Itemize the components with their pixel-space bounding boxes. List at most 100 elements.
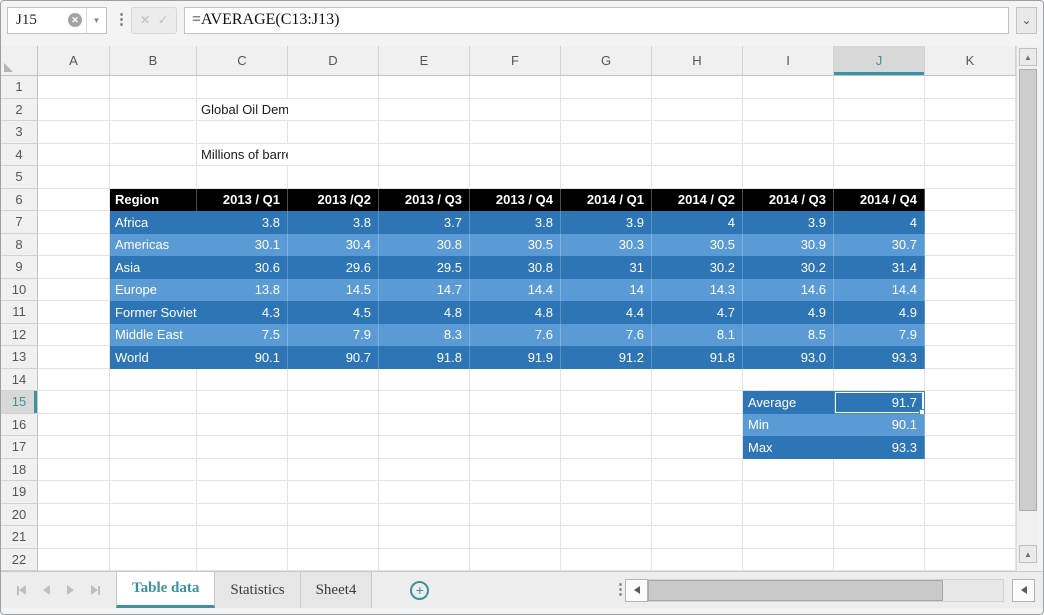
cell-D3[interactable] [288, 121, 379, 144]
cell-J2[interactable] [834, 99, 925, 122]
cell-G18[interactable] [561, 459, 652, 482]
cell-B18[interactable] [110, 459, 197, 482]
row-header-19[interactable]: 19 [1, 481, 38, 504]
cell-A1[interactable] [38, 76, 110, 99]
row-header-7[interactable]: 7 [1, 211, 38, 234]
cell-K14[interactable] [925, 369, 1016, 392]
cell-E3[interactable] [379, 121, 470, 144]
cell-B22[interactable] [110, 549, 197, 572]
cell-H16[interactable] [652, 414, 743, 437]
cell-D19[interactable] [288, 481, 379, 504]
row-header-18[interactable]: 18 [1, 459, 38, 482]
cell-H6[interactable]: 2014 / Q2 [652, 189, 743, 212]
cell-I11[interactable]: 4.9 [743, 301, 834, 324]
cell-E5[interactable] [379, 166, 470, 189]
cell-J3[interactable] [834, 121, 925, 144]
row-header-11[interactable]: 11 [1, 301, 38, 324]
vertical-scrollbar-thumb[interactable] [1019, 69, 1037, 511]
clear-icon[interactable]: ✕ [68, 13, 82, 27]
scroll-up-button[interactable]: ▲ [1019, 48, 1037, 66]
cell-C21[interactable] [197, 526, 288, 549]
row-header-2[interactable]: 2 [1, 99, 38, 122]
cell-G8[interactable]: 30.3 [561, 234, 652, 257]
cell-B14[interactable] [110, 369, 197, 392]
fill-handle[interactable] [919, 409, 925, 414]
cell-F17[interactable] [470, 436, 561, 459]
cell-E15[interactable] [379, 391, 470, 414]
cell-A20[interactable] [38, 504, 110, 527]
cell-C4[interactable]: Millions of barrels per day [197, 144, 288, 167]
cell-E20[interactable] [379, 504, 470, 527]
cell-B9[interactable]: Asia [110, 256, 197, 279]
cell-E8[interactable]: 30.8 [379, 234, 470, 257]
cell-I3[interactable] [743, 121, 834, 144]
cell-A7[interactable] [38, 211, 110, 234]
cell-G7[interactable]: 3.9 [561, 211, 652, 234]
cell-G5[interactable] [561, 166, 652, 189]
column-header-E[interactable]: E [379, 46, 470, 76]
horizontal-scrollbar[interactable] [625, 578, 1035, 602]
cell-F15[interactable] [470, 391, 561, 414]
previous-sheet-button[interactable] [43, 585, 50, 595]
cell-F11[interactable]: 4.8 [470, 301, 561, 324]
tab-table-data[interactable]: Table data [116, 572, 215, 608]
cell-H13[interactable]: 91.8 [652, 346, 743, 369]
cell-B20[interactable] [110, 504, 197, 527]
cell-E2[interactable] [379, 99, 470, 122]
cell-C13[interactable]: 90.1 [197, 346, 288, 369]
cell-C15[interactable] [197, 391, 288, 414]
cell-G13[interactable]: 91.2 [561, 346, 652, 369]
cell-E21[interactable] [379, 526, 470, 549]
cell-G10[interactable]: 14 [561, 279, 652, 302]
name-box[interactable]: J15 ✕ ▼ [7, 7, 107, 34]
scroll-left-button[interactable] [625, 579, 648, 602]
row-header-15[interactable]: 15 [1, 391, 38, 414]
cell-C16[interactable] [197, 414, 288, 437]
cell-H7[interactable]: 4 [652, 211, 743, 234]
cell-E19[interactable] [379, 481, 470, 504]
cell-A18[interactable] [38, 459, 110, 482]
cell-B4[interactable] [110, 144, 197, 167]
cell-E17[interactable] [379, 436, 470, 459]
cell-I16[interactable]: Min [743, 414, 834, 437]
cell-K15[interactable] [925, 391, 1016, 414]
row-header-22[interactable]: 22 [1, 549, 38, 572]
tab-sheet4[interactable]: Sheet4 [301, 572, 373, 608]
cell-I1[interactable] [743, 76, 834, 99]
column-header-K[interactable]: K [925, 46, 1016, 76]
cell-C17[interactable] [197, 436, 288, 459]
cell-A3[interactable] [38, 121, 110, 144]
cell-D7[interactable]: 3.8 [288, 211, 379, 234]
cell-D13[interactable]: 90.7 [288, 346, 379, 369]
cell-J21[interactable] [834, 526, 925, 549]
cell-F13[interactable]: 91.9 [470, 346, 561, 369]
row-header-9[interactable]: 9 [1, 256, 38, 279]
cell-B16[interactable] [110, 414, 197, 437]
cell-C18[interactable] [197, 459, 288, 482]
cell-J15[interactable]: 91.7 [834, 391, 925, 414]
cell-K5[interactable] [925, 166, 1016, 189]
scroll-right-button[interactable] [1012, 579, 1035, 602]
column-header-H[interactable]: H [652, 46, 743, 76]
cell-F4[interactable] [470, 144, 561, 167]
cell-E6[interactable]: 2013 / Q3 [379, 189, 470, 212]
cell-A15[interactable] [38, 391, 110, 414]
row-header-20[interactable]: 20 [1, 504, 38, 527]
first-sheet-button[interactable] [17, 585, 26, 595]
cell-A21[interactable] [38, 526, 110, 549]
row-header-13[interactable]: 13 [1, 346, 38, 369]
cell-F6[interactable]: 2013 / Q4 [470, 189, 561, 212]
cancel-entry-icon[interactable]: ✕ [140, 13, 150, 27]
cell-G19[interactable] [561, 481, 652, 504]
cell-B21[interactable] [110, 526, 197, 549]
cell-J8[interactable]: 30.7 [834, 234, 925, 257]
cell-F18[interactable] [470, 459, 561, 482]
cell-I21[interactable] [743, 526, 834, 549]
cell-D12[interactable]: 7.9 [288, 324, 379, 347]
formula-bar-expand-button[interactable]: ⌄ [1016, 7, 1037, 34]
cell-B1[interactable] [110, 76, 197, 99]
cell-I12[interactable]: 8.5 [743, 324, 834, 347]
cell-B11[interactable]: Former Soviet Union [110, 301, 197, 324]
cell-J13[interactable]: 93.3 [834, 346, 925, 369]
cell-K8[interactable] [925, 234, 1016, 257]
